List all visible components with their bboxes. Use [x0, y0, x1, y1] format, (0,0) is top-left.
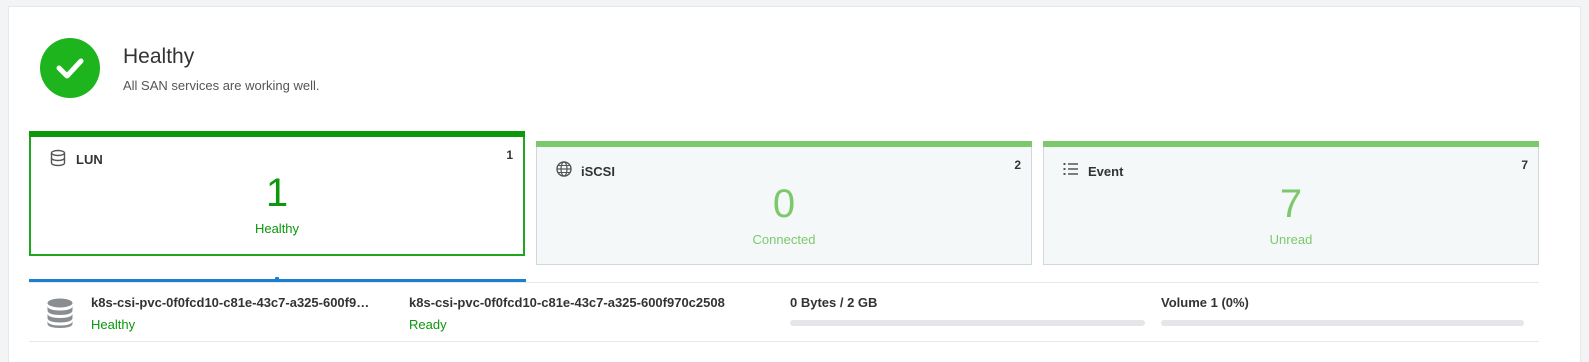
lun-size-progress — [790, 320, 1145, 326]
card-lun[interactable]: LUN 1 1 Healthy — [29, 131, 525, 256]
target-status: Ready — [409, 317, 447, 332]
volume-usage: Volume 1 (0%) — [1161, 295, 1249, 310]
health-status-indicator — [40, 38, 100, 98]
card-caption: Connected — [752, 232, 816, 247]
lun-size: 0 Bytes / 2 GB — [790, 295, 878, 310]
card-caption: Healthy — [254, 221, 300, 236]
card-top-bar — [536, 141, 1032, 147]
card-title: iSCSI — [581, 164, 615, 179]
database-icon — [47, 298, 73, 328]
volume-usage-progress — [1161, 320, 1524, 326]
card-count: 7 — [1521, 158, 1528, 172]
card-count: 2 — [1014, 158, 1021, 172]
card-title: LUN — [76, 152, 103, 167]
card-title: Event — [1088, 164, 1124, 179]
check-icon — [56, 58, 84, 79]
database-icon — [50, 149, 66, 167]
card-caption: Unread — [1269, 232, 1313, 247]
card-iscsi[interactable]: iSCSI 2 0 Connected — [536, 141, 1032, 265]
target-name: k8s-csi-pvc-0f0fcd10-c81e-43c7-a325-600f… — [409, 295, 725, 310]
card-value: 7 — [1279, 182, 1303, 226]
health-status-description: All SAN services are working well. — [123, 78, 320, 93]
card-value: 1 — [265, 171, 289, 215]
list-divider-top — [29, 282, 1539, 283]
card-event[interactable]: Event 7 7 Unread — [1043, 141, 1539, 265]
card-top-bar — [29, 131, 525, 137]
health-status-title: Healthy — [123, 45, 195, 68]
lun-status: Healthy — [91, 317, 136, 332]
card-count: 1 — [506, 148, 513, 162]
list-icon — [1063, 163, 1078, 175]
lun-name: k8s-csi-pvc-0f0fcd10-c81e-43c7-a325-600f… — [91, 295, 373, 310]
globe-icon — [556, 161, 572, 177]
card-top-bar — [1043, 141, 1539, 147]
list-divider-bottom — [29, 341, 1539, 342]
card-value: 0 — [772, 182, 796, 226]
